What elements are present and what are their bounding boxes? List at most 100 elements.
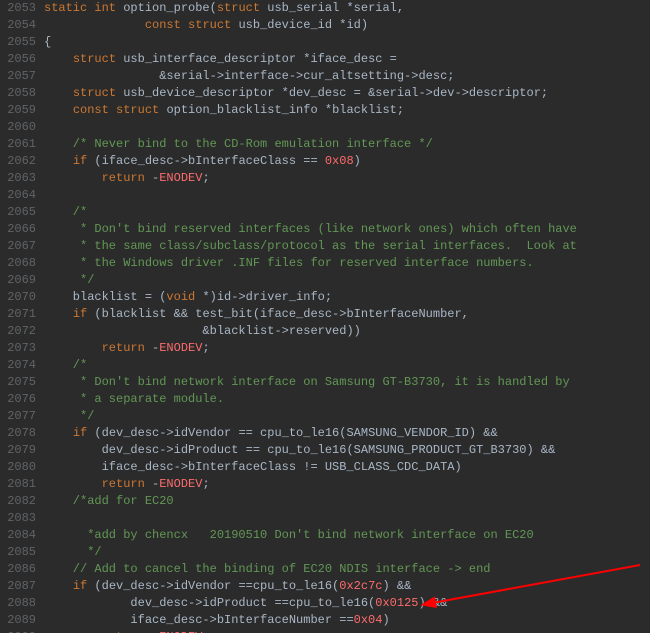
line-number: 2075: [0, 374, 36, 391]
code-line[interactable]: {: [44, 34, 650, 51]
code-token: */: [44, 273, 94, 287]
code-line[interactable]: dev_desc->idProduct ==cpu_to_le16(0x0125…: [44, 595, 650, 612]
line-number: 2079: [0, 442, 36, 459]
code-token: *add by chencx 20190510 Don't bind netwo…: [44, 528, 534, 542]
code-line[interactable]: [44, 510, 650, 527]
code-token: option_probe(: [123, 1, 217, 15]
code-token: [44, 18, 145, 32]
line-number: 2059: [0, 102, 36, 119]
code-line[interactable]: [44, 187, 650, 204]
code-line[interactable]: * a separate module.: [44, 391, 650, 408]
code-token: usb_device_descriptor *dev_desc = &seria…: [123, 86, 548, 100]
code-line[interactable]: return -ENODEV;: [44, 340, 650, 357]
code-line[interactable]: /* Never bind to the CD-Rom emulation in…: [44, 136, 650, 153]
code-token: &blacklist->reserved)): [44, 324, 361, 338]
code-line[interactable]: /*: [44, 357, 650, 374]
code-token: [44, 426, 73, 440]
code-line[interactable]: static int option_probe(struct usb_seria…: [44, 0, 650, 17]
line-number: 2053: [0, 0, 36, 17]
code-token: return: [102, 477, 152, 491]
code-line[interactable]: iface_desc->bInterfaceClass != USB_CLASS…: [44, 459, 650, 476]
line-number: 2087: [0, 578, 36, 595]
code-line[interactable]: return -ENODEV;: [44, 629, 650, 633]
line-number: 2078: [0, 425, 36, 442]
line-number: 2055: [0, 34, 36, 51]
line-number: 2085: [0, 544, 36, 561]
code-line[interactable]: blacklist = (void *)id->driver_info;: [44, 289, 650, 306]
line-number: 2063: [0, 170, 36, 187]
code-token: (dev_desc->idVendor ==cpu_to_le16(: [94, 579, 339, 593]
code-token: [44, 86, 73, 100]
code-token: *)id->driver_info;: [202, 290, 332, 304]
code-line[interactable]: iface_desc->bInterfaceNumber ==0x04): [44, 612, 650, 629]
code-line[interactable]: const struct option_blacklist_info *blac…: [44, 102, 650, 119]
code-token: ) &&: [418, 596, 447, 610]
code-line[interactable]: */: [44, 272, 650, 289]
line-number: 2062: [0, 153, 36, 170]
code-token: option_blacklist_info *blacklist;: [166, 103, 404, 117]
line-number: 2058: [0, 85, 36, 102]
line-number: 2090: [0, 629, 36, 633]
code-line[interactable]: if (iface_desc->bInterfaceClass == 0x08): [44, 153, 650, 170]
code-token: struct: [73, 52, 123, 66]
code-line[interactable]: * the Windows driver .INF files for rese…: [44, 255, 650, 272]
code-token: iface_desc->bInterfaceNumber ==: [44, 613, 354, 627]
code-token: const struct: [145, 18, 239, 32]
code-token: // Add to cancel the binding of EC20 NDI…: [44, 562, 490, 576]
code-line[interactable]: dev_desc->idProduct == cpu_to_le16(SAMSU…: [44, 442, 650, 459]
code-token: dev_desc->idProduct ==cpu_to_le16(: [44, 596, 375, 610]
code-token: const struct: [73, 103, 167, 117]
code-token: (dev_desc->idVendor == cpu_to_le16(SAMSU…: [94, 426, 497, 440]
line-number: 2065: [0, 204, 36, 221]
line-number: 2083: [0, 510, 36, 527]
code-line[interactable]: &serial->interface->cur_altsetting->desc…: [44, 68, 650, 85]
code-area[interactable]: static int option_probe(struct usb_seria…: [44, 0, 650, 633]
code-token: 0x0125: [375, 596, 418, 610]
line-number: 2072: [0, 323, 36, 340]
code-line[interactable]: /*: [44, 204, 650, 221]
line-number: 2069: [0, 272, 36, 289]
code-line[interactable]: */: [44, 408, 650, 425]
code-line[interactable]: if (dev_desc->idVendor == cpu_to_le16(SA…: [44, 425, 650, 442]
code-line[interactable]: if (blacklist && test_bit(iface_desc->bI…: [44, 306, 650, 323]
line-number: 2077: [0, 408, 36, 425]
code-line[interactable]: [44, 119, 650, 136]
code-line[interactable]: struct usb_device_descriptor *dev_desc =…: [44, 85, 650, 102]
code-token: 0x2c7c: [339, 579, 382, 593]
code-line[interactable]: &blacklist->reserved)): [44, 323, 650, 340]
code-line[interactable]: struct usb_interface_descriptor *iface_d…: [44, 51, 650, 68]
code-token: [44, 341, 102, 355]
code-token: /*add for EC20: [44, 494, 174, 508]
code-token: if: [73, 307, 95, 321]
code-line[interactable]: return -ENODEV;: [44, 476, 650, 493]
line-number: 2070: [0, 289, 36, 306]
line-number: 2061: [0, 136, 36, 153]
code-token: &serial->interface->cur_altsetting->desc…: [44, 69, 454, 83]
line-number: 2080: [0, 459, 36, 476]
line-number: 2089: [0, 612, 36, 629]
code-token: if: [73, 154, 95, 168]
code-line[interactable]: const struct usb_device_id *id): [44, 17, 650, 34]
code-line[interactable]: *add by chencx 20190510 Don't bind netwo…: [44, 527, 650, 544]
code-token: * Don't bind reserved interfaces (like n…: [44, 222, 577, 236]
code-token: static int: [44, 1, 123, 15]
code-token: blacklist = (: [44, 290, 166, 304]
code-line[interactable]: if (dev_desc->idVendor ==cpu_to_le16(0x2…: [44, 578, 650, 595]
code-line[interactable]: * Don't bind network interface on Samsun…: [44, 374, 650, 391]
code-line[interactable]: return -ENODEV;: [44, 170, 650, 187]
code-line[interactable]: * Don't bind reserved interfaces (like n…: [44, 221, 650, 238]
code-token: dev_desc->idProduct == cpu_to_le16(SAMSU…: [44, 443, 555, 457]
code-line[interactable]: /*add for EC20: [44, 493, 650, 510]
code-token: struct: [73, 86, 123, 100]
line-number: 2086: [0, 561, 36, 578]
code-token: usb_serial *serial,: [267, 1, 404, 15]
code-token: * the same class/subclass/protocol as th…: [44, 239, 577, 253]
code-editor[interactable]: 2053205420552056205720582059206020612062…: [0, 0, 650, 633]
line-number: 2067: [0, 238, 36, 255]
code-token: */: [44, 545, 102, 559]
code-token: if: [73, 579, 95, 593]
code-line[interactable]: * the same class/subclass/protocol as th…: [44, 238, 650, 255]
code-line[interactable]: // Add to cancel the binding of EC20 NDI…: [44, 561, 650, 578]
code-token: iface_desc->bInterfaceClass != USB_CLASS…: [44, 460, 462, 474]
code-line[interactable]: */: [44, 544, 650, 561]
